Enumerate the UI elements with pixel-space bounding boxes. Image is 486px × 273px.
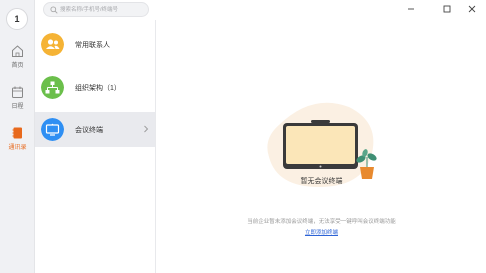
main-content: 暂无会议终端 当前企业暂未添加会议终端，无法享受一键呼叫会议终端功能 立即添加终… — [157, 20, 486, 273]
rail-item-label: 日程 — [11, 104, 24, 110]
search-input[interactable] — [60, 3, 146, 16]
contacts-icon — [12, 127, 22, 139]
list-item-frequent-contacts[interactable]: 常用联系人 — [35, 27, 155, 62]
empty-state-title: 暂无会议终端 — [300, 178, 343, 185]
search-icon — [50, 6, 58, 14]
rail-item-label: 通讯录 — [8, 145, 27, 151]
org-structure-icon — [41, 76, 64, 99]
home-icon — [12, 45, 23, 57]
list-item-label: 会议终端 — [75, 127, 103, 134]
rail-item-contacts[interactable]: 通讯录 — [0, 126, 35, 156]
rail-item-home[interactable]: 首页 — [0, 44, 35, 74]
frequent-contacts-icon — [41, 33, 64, 56]
rail-item-calendar[interactable]: 日程 — [0, 85, 35, 115]
top-bar — [35, 0, 486, 20]
calendar-icon — [12, 86, 23, 98]
chevron-right-icon — [144, 125, 149, 133]
rail-item-label: 首页 — [11, 63, 24, 69]
search-box[interactable] — [43, 2, 149, 17]
empty-state-description: 当前企业暂未添加会议终端，无法享受一键呼叫会议终端功能 — [247, 219, 396, 225]
meeting-terminal-icon — [41, 118, 64, 141]
close-icon[interactable] — [466, 3, 478, 15]
list-item-org-structure[interactable]: 组织架构（1） — [35, 70, 155, 105]
avatar[interactable]: 1 — [6, 8, 28, 30]
contact-category-list: 常用联系人 组织架构（1） 会议终端 — [35, 20, 156, 273]
maximize-icon[interactable] — [441, 3, 453, 15]
minimize-icon[interactable] — [405, 3, 417, 15]
add-terminal-link[interactable]: 立即添加终端 — [157, 228, 486, 236]
list-item-label: 常用联系人 — [75, 42, 110, 49]
left-rail: 1 首页 日程 通讯录 — [0, 0, 35, 273]
list-item-label: 组织架构（1） — [75, 85, 121, 92]
list-item-meeting-terminals[interactable]: 会议终端 — [35, 112, 155, 147]
